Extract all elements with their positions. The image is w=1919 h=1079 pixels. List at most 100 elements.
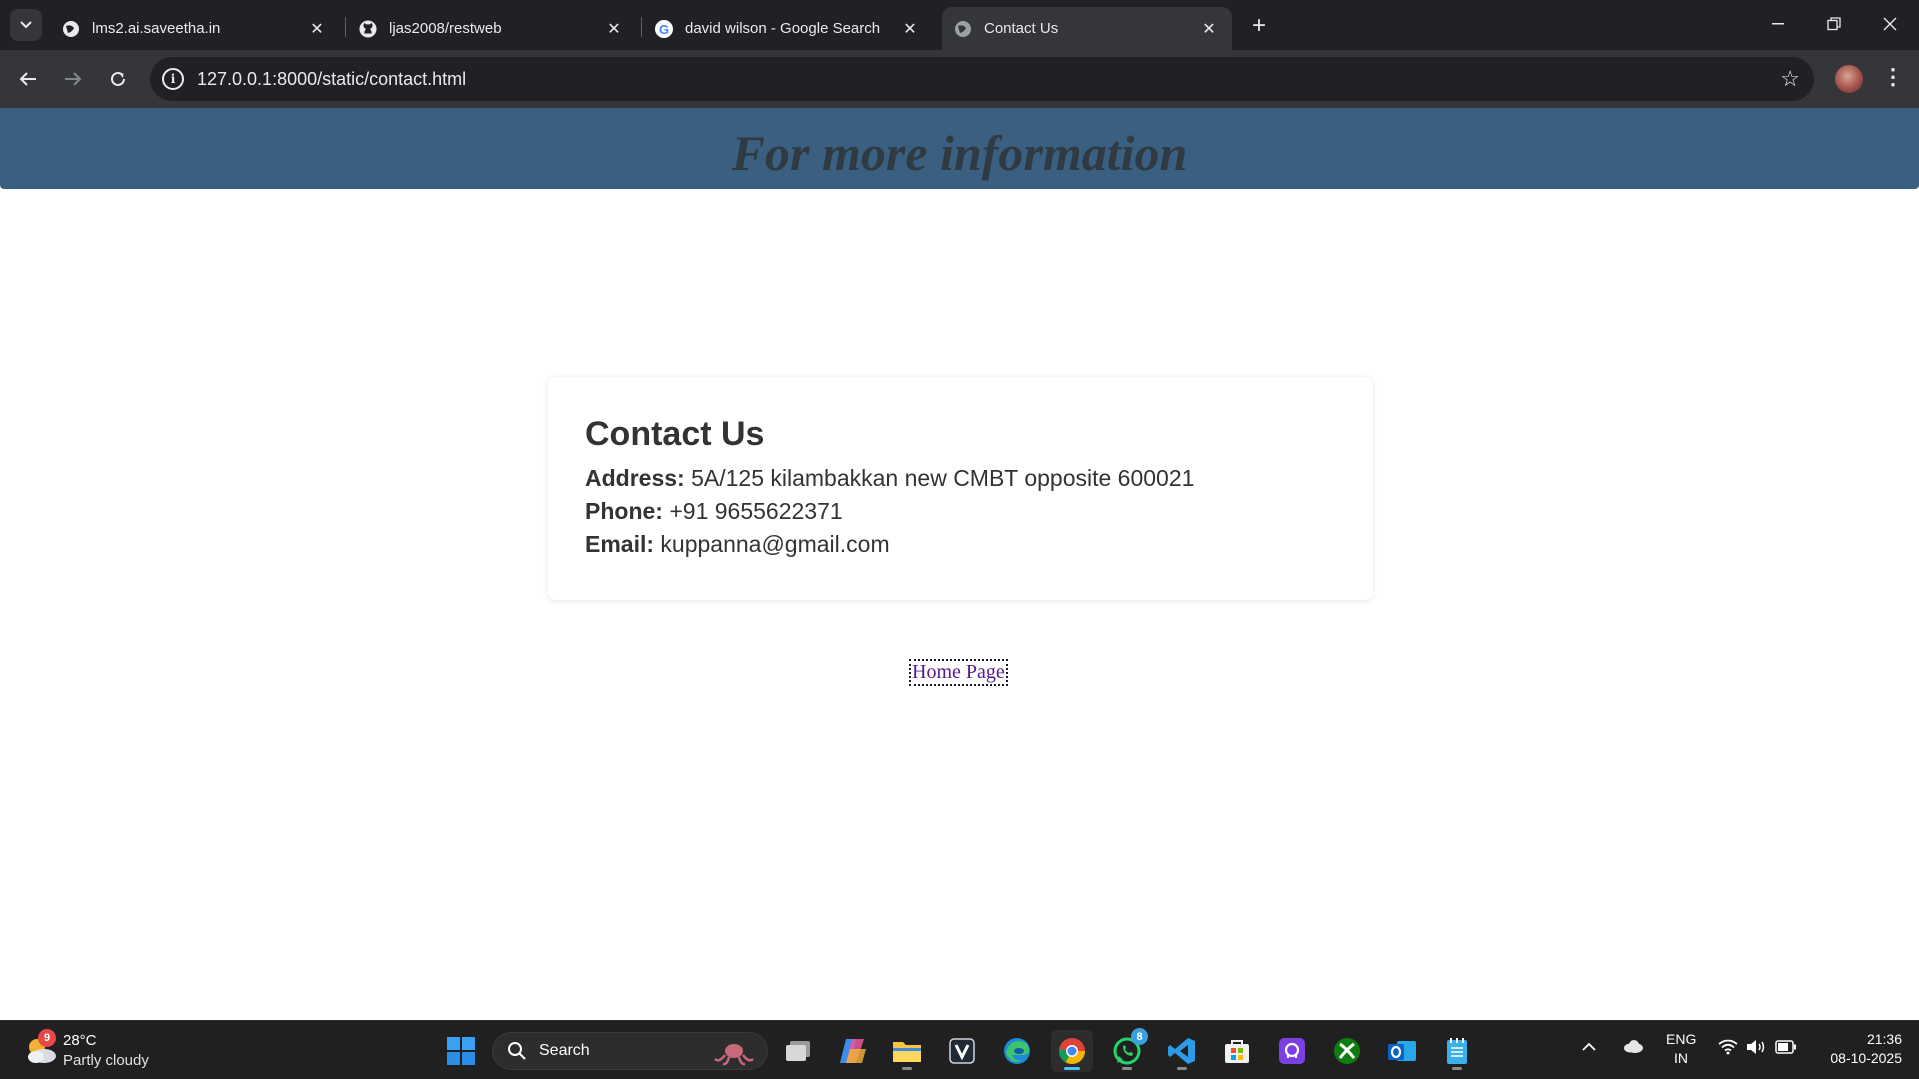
notepad-icon	[1447, 1038, 1467, 1064]
home-page-link[interactable]: Home Page	[909, 659, 1008, 686]
forward-button[interactable]	[57, 63, 89, 95]
weather-description: Partly cloudy	[63, 1052, 149, 1069]
close-tab-icon[interactable]: ✕	[603, 18, 625, 40]
whatsapp-button[interactable]: 8	[1106, 1028, 1148, 1072]
chrome-button[interactable]	[1051, 1030, 1093, 1072]
close-window-button[interactable]	[1862, 0, 1918, 48]
windows-logo-icon	[447, 1037, 475, 1065]
chrome-icon	[1058, 1038, 1086, 1065]
web-page: For more information Contact Us Address:…	[0, 108, 1919, 1020]
task-view-icon	[786, 1041, 810, 1061]
vscode-icon	[1168, 1038, 1195, 1064]
search-label: Search	[539, 1042, 590, 1059]
battery-icon[interactable]	[1775, 1040, 1797, 1059]
browser-toolbar: i 127.0.0.1:8000/static/contact.html ☆ ⋮	[0, 50, 1919, 108]
site-info-icon[interactable]: i	[162, 68, 184, 90]
running-indicator	[1122, 1067, 1132, 1070]
contact-card: Contact Us Address: 5A/125 kilambakkan n…	[548, 377, 1373, 600]
close-tab-icon[interactable]: ✕	[306, 18, 328, 40]
restore-button[interactable]	[1806, 0, 1862, 48]
tab-contact-us[interactable]: Contact Us ✕	[942, 7, 1232, 50]
file-explorer-button[interactable]	[886, 1030, 928, 1072]
vscode-button[interactable]	[1161, 1030, 1203, 1072]
volume-icon[interactable]	[1746, 1039, 1768, 1060]
purple-app-icon	[1279, 1038, 1305, 1064]
browser-tab-strip: lms2.ai.saveetha.in ✕ ljas2008/restweb ✕…	[0, 0, 1919, 50]
reload-button[interactable]	[102, 63, 134, 95]
svg-text:G: G	[659, 22, 669, 37]
globe-icon	[62, 20, 80, 38]
show-hidden-icons-button[interactable]	[1582, 1039, 1596, 1057]
app-button-dark[interactable]	[941, 1030, 983, 1072]
windows-taskbar: 9 28°C Partly cloudy Search 8 ENG IN 21:…	[0, 1020, 1919, 1079]
whatsapp-badge: 8	[1131, 1028, 1148, 1045]
tab-github[interactable]: ljas2008/restweb ✕	[347, 7, 637, 50]
clock-time: 21:36	[1866, 1031, 1902, 1047]
screen: lms2.ai.saveetha.in ✕ ljas2008/restweb ✕…	[0, 0, 1919, 1079]
tab-divider	[641, 17, 642, 37]
tab-title: Contact Us	[984, 20, 1059, 37]
language-indicator[interactable]: ENG IN	[1666, 1030, 1696, 1068]
system-clock[interactable]: 21:36 08-10-2025	[1812, 1030, 1902, 1068]
url-text[interactable]: 127.0.0.1:8000/static/contact.html	[197, 69, 466, 90]
task-view-button[interactable]	[777, 1030, 819, 1072]
phone-label: Phone:	[585, 498, 663, 524]
arrow-left-icon	[19, 72, 36, 86]
notepad-button[interactable]	[1436, 1030, 1478, 1072]
phone-line: Phone: +91 9655622371	[585, 495, 1336, 528]
xbox-button[interactable]	[1326, 1030, 1368, 1072]
chevron-up-icon	[1582, 1042, 1596, 1051]
arrow-right-icon	[65, 72, 82, 86]
profile-avatar[interactable]	[1835, 65, 1863, 93]
menu-kebab-icon[interactable]: ⋮	[1882, 64, 1904, 90]
language-code: ENG	[1666, 1031, 1697, 1047]
minimize-button[interactable]	[1750, 0, 1806, 48]
address-value: 5A/125 kilambakkan new CMBT opposite 600…	[691, 465, 1195, 491]
xbox-icon	[1334, 1038, 1360, 1064]
taskbar-search[interactable]: Search	[492, 1032, 768, 1070]
back-button[interactable]	[12, 63, 44, 95]
new-tab-button[interactable]: +	[1245, 12, 1273, 40]
reload-icon	[111, 71, 125, 86]
bookmark-star-icon[interactable]: ☆	[1780, 66, 1800, 92]
email-label: Email:	[585, 531, 655, 557]
start-button[interactable]	[440, 1030, 482, 1072]
active-indicator	[1064, 1067, 1080, 1070]
google-icon: G	[655, 19, 673, 38]
search-highlight-art-icon	[714, 1044, 754, 1066]
running-indicator	[902, 1067, 912, 1070]
purple-app-button[interactable]	[1271, 1030, 1313, 1072]
tab-divider	[345, 17, 346, 37]
clock-date: 08-10-2025	[1830, 1050, 1902, 1066]
onedrive-icon[interactable]	[1622, 1038, 1644, 1059]
search-icon	[508, 1042, 526, 1060]
contact-heading: Contact Us	[585, 415, 765, 453]
ms-store-button[interactable]	[1216, 1030, 1258, 1072]
address-line: Address: 5A/125 kilambakkan new CMBT opp…	[585, 462, 1336, 495]
copilot-button[interactable]	[832, 1030, 874, 1072]
tab-lms[interactable]: lms2.ai.saveetha.in ✕	[50, 7, 340, 50]
region-code: IN	[1674, 1050, 1688, 1066]
tab-search-button[interactable]	[10, 9, 42, 41]
store-bag-icon	[1225, 1040, 1249, 1063]
address-bar[interactable]: i 127.0.0.1:8000/static/contact.html ☆	[150, 57, 1814, 101]
tab-google-search[interactable]: G david wilson - Google Search ✕	[643, 7, 933, 50]
globe-icon	[954, 20, 972, 38]
close-tab-icon[interactable]: ✕	[899, 18, 921, 40]
copilot-icon	[840, 1039, 866, 1063]
close-tab-icon[interactable]: ✕	[1198, 18, 1220, 40]
weather-alert-badge: 9	[38, 1029, 56, 1047]
wifi-icon[interactable]	[1718, 1039, 1738, 1060]
close-icon	[1883, 17, 1897, 31]
folder-icon	[893, 1042, 921, 1062]
page-banner: For more information	[0, 108, 1919, 189]
chevron-down-icon	[20, 21, 32, 29]
banner-title: For more information	[731, 124, 1188, 181]
address-label: Address:	[585, 465, 685, 491]
app-shield-icon	[949, 1038, 975, 1064]
minimize-icon	[1772, 23, 1784, 25]
outlook-button[interactable]	[1381, 1030, 1423, 1072]
edge-browser-icon	[1004, 1038, 1030, 1064]
edge-button[interactable]	[996, 1030, 1038, 1072]
tab-title: david wilson - Google Search	[685, 20, 881, 37]
